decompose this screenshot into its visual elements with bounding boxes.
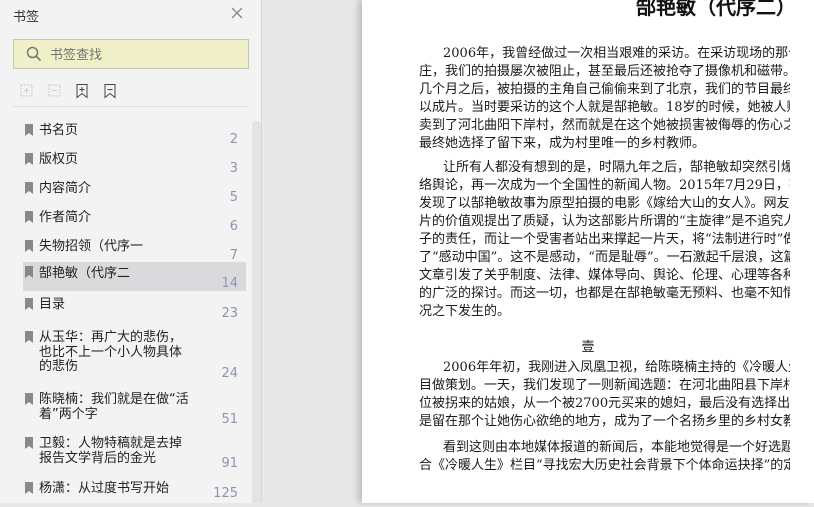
bookmark-label: 版权页 bbox=[39, 152, 79, 167]
scrollbar[interactable] bbox=[252, 121, 261, 503]
bookmark-item[interactable]: 从玉华：再广大的悲伤，也比不上一个小人物具体的悲伤 24 bbox=[23, 327, 246, 385]
bookmark-item[interactable]: 郜艳敏（代序二 14 bbox=[23, 262, 246, 291]
text-line: 片的价值观提出了质疑，认为这部影片所谓的“主旋律”是不追究人贩 bbox=[419, 214, 790, 229]
bookmark-icon bbox=[25, 393, 33, 405]
bookmark-item[interactable]: 陈晓楠：我们就是在做“活着”两个字 51 bbox=[23, 389, 246, 431]
text-line: 看到这则由本地媒体报道的新闻后，本能地觉得是一个好选题，符 bbox=[443, 440, 790, 455]
collapse-all-icon[interactable] bbox=[46, 83, 62, 99]
bookmark-label: 作者简介 bbox=[39, 210, 92, 225]
bookmark-search-input[interactable] bbox=[50, 46, 230, 62]
bookmark-label: 失物招领（代序一 bbox=[39, 239, 144, 254]
bookmark-label: 陈晓楠：我们就是在做“活着”两个字 bbox=[39, 392, 189, 422]
text-line: 子的责任，而让一个受害者站出来撑起一片天，将“法制进行时”做成 bbox=[419, 232, 790, 247]
bookmark-item[interactable]: 卫毅：人物特稿就是去掉报告文学背后的金光 91 bbox=[23, 433, 246, 475]
text-line: 络舆论，再一次成为一个全国性的新闻人物。2015年7月29日，有网友 bbox=[419, 178, 790, 193]
bookmark-icon bbox=[25, 437, 33, 449]
text-line: 2006年，我曾经做过一次相当艰难的采访。在采访现场的那个小村 bbox=[443, 46, 790, 61]
text-line: 目做策划。一天，我们发现了一则新闻选题：在河北曲阳县下岸村有一 bbox=[419, 378, 790, 393]
bookmark-icon bbox=[25, 298, 33, 310]
add-bookmark-icon[interactable] bbox=[74, 83, 90, 99]
text-line: 最终她选择了留下来，成为村里唯一的乡村教师。 bbox=[419, 136, 706, 151]
bookmark-label: 卫毅：人物特稿就是去掉报告文学背后的金光 bbox=[39, 436, 183, 466]
chapter-title: 郜艳敏（代序二） bbox=[636, 0, 796, 19]
text-line: 位被拐来的姑娘，从一个被2700元买来的媳妇，最后没有选择出逃，而 bbox=[419, 396, 790, 411]
bookmark-label: 郜艳敏（代序二 bbox=[39, 266, 131, 281]
text-line: 的广泛的探讨。而这一切，也都是在郜艳敏毫无预料、也毫不知情的情 bbox=[419, 286, 790, 301]
bookmark-page-number: 91 bbox=[221, 456, 238, 471]
bookmark-icon bbox=[25, 124, 33, 136]
bookmark-item[interactable]: 失物招领（代序一 7 bbox=[23, 236, 246, 265]
text-line: 了“感动中国”。这不是感动，“而是耻辱”。一石激起千层浪，这篇 bbox=[419, 250, 790, 265]
bookmark-icon bbox=[25, 266, 33, 278]
text-line: 是留在那个让她伤心欲绝的地方，成为了一个名扬乡里的乡村女教师。 bbox=[419, 414, 790, 429]
text-line: 2006年年初，我刚进入凤凰卫视，给陈晓楠主持的《冷暖人生》栏 bbox=[443, 360, 790, 375]
divider bbox=[13, 106, 249, 107]
text-line: 卖到了河北曲阳下岸村，然而就是在这个她被损害被侮辱的伤心之地， bbox=[419, 118, 790, 133]
bookmark-label: 书名页 bbox=[39, 123, 79, 138]
bookmark-icon bbox=[25, 153, 33, 165]
close-icon[interactable] bbox=[230, 6, 244, 20]
bookmark-item[interactable]: 书名页 2 bbox=[23, 120, 246, 149]
bookmark-page-number: 51 bbox=[221, 412, 238, 427]
text-line: 发现了以郜艳敏故事为原型拍摄的电影《嫁给大山的女人》。网友对影 bbox=[419, 196, 790, 211]
text-line: 几个月之后，被拍摄的主角自己偷偷来到了北京，我们的节目最终才得 bbox=[419, 82, 790, 97]
text-line: 合《冷暖人生》栏目“寻找宏大历史社会背景下个体命运抉择”的定 bbox=[419, 458, 790, 473]
remove-bookmark-icon[interactable] bbox=[102, 83, 118, 99]
bookmark-page-number: 3 bbox=[229, 161, 238, 176]
expand-all-icon[interactable] bbox=[18, 83, 34, 99]
bookmark-icon bbox=[25, 182, 33, 194]
bookmark-item[interactable]: 内容简介 5 bbox=[23, 178, 246, 207]
bookmark-label: 内容简介 bbox=[39, 181, 92, 196]
section-heading: 壹 bbox=[581, 340, 595, 355]
bookmark-search[interactable] bbox=[13, 39, 249, 69]
text-line: 文章引发了关乎制度、法律、媒体导向、舆论、伦理、心理等各种层面 bbox=[419, 268, 790, 283]
text-line: 庄，我们的拍摄屡次被阻止，甚至最后还被抢夺了摄像机和磁带。直到 bbox=[419, 64, 790, 79]
bookmark-item[interactable]: 版权页 3 bbox=[23, 149, 246, 178]
bookmark-page-number: 125 bbox=[213, 486, 238, 501]
bookmark-panel: 书签 书名页 2 版权页 3 内容简介 5 作者简介 6 失物招领（代序一 7 … bbox=[0, 0, 262, 503]
bookmark-page-number: 23 bbox=[221, 306, 238, 321]
bookmark-page-number: 5 bbox=[229, 190, 238, 205]
bookmark-label: 从玉华：再广大的悲伤，也比不上一个小人物具体的悲伤 bbox=[39, 330, 183, 374]
bookmark-icon bbox=[25, 331, 33, 343]
text-line: 让所有人都没有想到的是，时隔九年之后，郜艳敏却突然引爆了网 bbox=[443, 160, 790, 175]
bookmark-page-number: 7 bbox=[229, 248, 238, 263]
document-page: 郜艳敏（代序二） 壹 2006年，我曾经做过一次相当艰难的采访。在采访现场的那个… bbox=[362, 0, 814, 503]
search-icon bbox=[26, 46, 42, 62]
bookmark-page-number: 2 bbox=[229, 132, 238, 147]
bookmark-item[interactable]: 目录 23 bbox=[23, 294, 246, 323]
bookmark-icon bbox=[25, 211, 33, 223]
bookmark-icon bbox=[25, 482, 33, 494]
panel-title: 书签 bbox=[13, 10, 40, 25]
bookmark-label: 目录 bbox=[39, 297, 66, 312]
text-line: 以成片。当时要采访的这个人就是郜艳敏。18岁的时候，她被人贩子拐 bbox=[419, 100, 790, 115]
bookmark-label: 杨潇：从过度书写开始 bbox=[39, 481, 170, 496]
bookmark-page-number: 6 bbox=[229, 219, 238, 234]
bookmark-icon bbox=[25, 240, 33, 252]
bookmark-page-number: 14 bbox=[221, 276, 238, 291]
bookmark-item[interactable]: 作者简介 6 bbox=[23, 207, 246, 236]
text-line: 况之下发生的。 bbox=[419, 304, 511, 319]
bookmark-page-number: 24 bbox=[221, 366, 238, 381]
